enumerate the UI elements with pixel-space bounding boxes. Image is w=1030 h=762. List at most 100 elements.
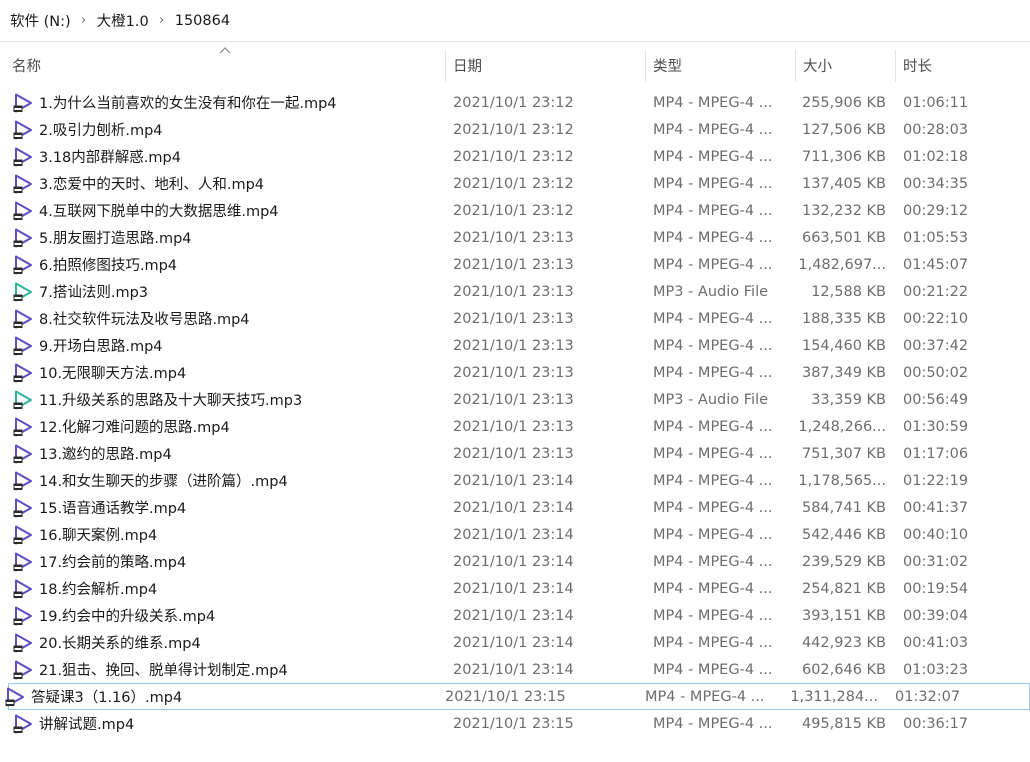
- video-file-icon: [12, 173, 34, 195]
- file-row[interactable]: 1.为什么当前喜欢的女生没有和你在一起.mp4 2021/10/1 23:12 MP…: [0, 89, 1030, 116]
- breadcrumb-folder-parent[interactable]: 大橙1.0: [95, 8, 151, 33]
- video-file-icon: [12, 92, 34, 114]
- file-date: 2021/10/1 23:12: [453, 94, 574, 111]
- file-name: 12.化解刁难问题的思路.mp4: [39, 420, 230, 436]
- file-size: 239,529 KB: [801, 553, 886, 570]
- file-size: 33,359 KB: [811, 391, 886, 408]
- file-name-cell[interactable]: 13.邀约的思路.mp4: [12, 440, 442, 467]
- file-name-cell[interactable]: 8.社交软件玩法及收号思路.mp4: [12, 305, 442, 332]
- file-name-cell[interactable]: 6.拍照修图技巧.mp4: [12, 251, 442, 278]
- file-name: 9.开场白思路.mp4: [39, 339, 163, 355]
- chevron-right-icon[interactable]: ›: [73, 13, 95, 28]
- video-file-icon: [12, 119, 34, 141]
- file-row[interactable]: 16.聊天案例.mp4 2021/10/1 23:14 MP4 - MPEG-4 .…: [0, 521, 1030, 548]
- file-name-cell[interactable]: 1.为什么当前喜欢的女生没有和你在一起.mp4: [12, 89, 442, 116]
- file-name-cell[interactable]: 3.恋爱中的天时、地利、人和.mp4: [12, 170, 442, 197]
- file-name-cell[interactable]: 3.18内部群解惑.mp4: [12, 143, 442, 170]
- file-row[interactable]: 21.狙击、挽回、脱单得计划制定.mp4 2021/10/1 23:14 MP4 -…: [0, 656, 1030, 683]
- file-type: MP4 - MPEG-4 ...: [653, 715, 773, 732]
- file-name: 8.社交软件玩法及收号思路.mp4: [39, 312, 250, 328]
- file-row[interactable]: 9.开场白思路.mp4 2021/10/1 23:13 MP4 - MPEG-4 .…: [0, 332, 1030, 359]
- file-row[interactable]: 6.拍照修图技巧.mp4 2021/10/1 23:13 MP4 - MPEG-4 …: [0, 251, 1030, 278]
- file-name-cell[interactable]: 18.约会解析.mp4: [12, 575, 442, 602]
- file-type: MP4 - MPEG-4 ...: [653, 364, 773, 381]
- file-name-cell[interactable]: 12.化解刁难问题的思路.mp4: [12, 413, 442, 440]
- file-row[interactable]: 5.朋友圈打造思路.mp4 2021/10/1 23:13 MP4 - MPEG-4…: [0, 224, 1030, 251]
- file-row[interactable]: 3.18内部群解惑.mp4 2021/10/1 23:12 MP4 - MPEG-4…: [0, 143, 1030, 170]
- file-row[interactable]: 7.搭讪法则.mp3 2021/10/1 23:13 MP3 - Audio Fil…: [0, 278, 1030, 305]
- file-name: 18.约会解析.mp4: [39, 582, 158, 598]
- file-date: 2021/10/1 23:12: [453, 175, 574, 192]
- file-name: 20.长期关系的维系.mp4: [39, 636, 201, 652]
- column-header-type[interactable]: 类型: [653, 46, 682, 84]
- file-name-cell[interactable]: 15.语音通话教学.mp4: [12, 494, 442, 521]
- file-name-cell[interactable]: 10.无限聊天方法.mp4: [12, 359, 442, 386]
- file-name-cell[interactable]: 4.互联网下脱单中的大数据思维.mp4: [12, 197, 442, 224]
- video-file-icon: [12, 470, 34, 492]
- file-row[interactable]: 20.长期关系的维系.mp4 2021/10/1 23:14 MP4 - MPEG-…: [0, 629, 1030, 656]
- file-type: MP4 - MPEG-4 ...: [653, 661, 773, 678]
- file-type: MP3 - Audio File: [653, 391, 769, 408]
- breadcrumb: 软件 (N:) › 大橙1.0 › 150864: [0, 0, 1030, 42]
- file-date: 2021/10/1 23:12: [453, 148, 574, 165]
- video-file-icon: [12, 443, 34, 465]
- file-row[interactable]: 15.语音通话教学.mp4 2021/10/1 23:14 MP4 - MPEG-4…: [0, 494, 1030, 521]
- file-row[interactable]: 答疑课3（1.16）.mp4 2021/10/1 23:15 MP4 - MPEG-…: [5, 683, 1030, 710]
- file-duration: 01:02:18: [903, 148, 969, 165]
- file-name-cell[interactable]: 17.约会前的策略.mp4: [12, 548, 442, 575]
- file-name-cell[interactable]: 16.聊天案例.mp4: [12, 521, 442, 548]
- file-size: 663,501 KB: [801, 229, 886, 246]
- breadcrumb-folder-current[interactable]: 150864: [173, 11, 232, 31]
- file-row[interactable]: 10.无限聊天方法.mp4 2021/10/1 23:13 MP4 - MPEG-4…: [0, 359, 1030, 386]
- file-row[interactable]: 3.恋爱中的天时、地利、人和.mp4 2021/10/1 23:12 MP4 - M…: [0, 170, 1030, 197]
- file-name-cell[interactable]: 5.朋友圈打造思路.mp4: [12, 224, 442, 251]
- file-date: 2021/10/1 23:13: [453, 283, 574, 300]
- column-divider[interactable]: [445, 50, 446, 82]
- file-duration: 01:06:11: [903, 94, 969, 111]
- column-header-date[interactable]: 日期: [453, 46, 482, 84]
- column-divider[interactable]: [795, 50, 796, 82]
- file-row[interactable]: 14.和女生聊天的步骤（进阶篇）.mp4 2021/10/1 23:14 MP4 -…: [0, 467, 1030, 494]
- file-name: 15.语音通话教学.mp4: [39, 501, 187, 517]
- file-row[interactable]: 12.化解刁难问题的思路.mp4 2021/10/1 23:13 MP4 - MPE…: [0, 413, 1030, 440]
- file-duration: 00:50:02: [903, 364, 969, 381]
- file-row[interactable]: 18.约会解析.mp4 2021/10/1 23:14 MP4 - MPEG-4 .…: [0, 575, 1030, 602]
- video-file-icon: [12, 632, 34, 654]
- file-row[interactable]: 8.社交软件玩法及收号思路.mp4 2021/10/1 23:13 MP4 - MP…: [0, 305, 1030, 332]
- file-name-cell[interactable]: 11.升级关系的思路及十大聊天技巧.mp3: [12, 386, 442, 413]
- file-name-cell[interactable]: 7.搭讪法则.mp3: [12, 278, 442, 305]
- file-row[interactable]: 13.邀约的思路.mp4 2021/10/1 23:13 MP4 - MPEG-4 …: [0, 440, 1030, 467]
- file-name: 16.聊天案例.mp4: [39, 528, 158, 544]
- file-row[interactable]: 19.约会中的升级关系.mp4 2021/10/1 23:14 MP4 - MPEG…: [0, 602, 1030, 629]
- column-header-name[interactable]: 名称: [12, 46, 41, 84]
- file-row[interactable]: 11.升级关系的思路及十大聊天技巧.mp3 2021/10/1 23:13 MP3 …: [0, 386, 1030, 413]
- file-name-cell[interactable]: 2.吸引力刨析.mp4: [12, 116, 442, 143]
- column-header-bar: 名称 日期 类型 大小 时长: [0, 46, 1030, 84]
- file-type: MP4 - MPEG-4 ...: [653, 472, 773, 489]
- column-divider[interactable]: [645, 50, 646, 82]
- file-name-cell[interactable]: 答疑课3（1.16）.mp4: [4, 683, 434, 710]
- file-row[interactable]: 17.约会前的策略.mp4 2021/10/1 23:14 MP4 - MPEG-4…: [0, 548, 1030, 575]
- file-name-cell[interactable]: 19.约会中的升级关系.mp4: [12, 602, 442, 629]
- file-name-cell[interactable]: 讲解试题.mp4: [12, 710, 442, 737]
- file-name-cell[interactable]: 21.狙击、挽回、脱单得计划制定.mp4: [12, 656, 442, 683]
- file-name-cell[interactable]: 9.开场白思路.mp4: [12, 332, 442, 359]
- file-name-cell[interactable]: 20.长期关系的维系.mp4: [12, 629, 442, 656]
- file-date: 2021/10/1 23:15: [453, 715, 574, 732]
- video-file-icon: [12, 713, 34, 735]
- file-row[interactable]: 4.互联网下脱单中的大数据思维.mp4 2021/10/1 23:12 MP4 - …: [0, 197, 1030, 224]
- file-size: 255,906 KB: [801, 94, 886, 111]
- file-date: 2021/10/1 23:13: [453, 391, 574, 408]
- file-row[interactable]: 讲解试题.mp4 2021/10/1 23:15 MP4 - MPEG-4 ... 4…: [0, 710, 1030, 737]
- file-row[interactable]: 2.吸引力刨析.mp4 2021/10/1 23:12 MP4 - MPEG-4 .…: [0, 116, 1030, 143]
- chevron-right-icon[interactable]: ›: [151, 13, 173, 28]
- breadcrumb-drive[interactable]: 软件 (N:): [8, 8, 73, 33]
- column-divider[interactable]: [895, 50, 896, 82]
- file-name-cell[interactable]: 14.和女生聊天的步骤（进阶篇）.mp4: [12, 467, 442, 494]
- file-name: 13.邀约的思路.mp4: [39, 447, 172, 463]
- file-type: MP4 - MPEG-4 ...: [653, 553, 773, 570]
- column-header-size[interactable]: 大小: [803, 46, 832, 84]
- column-header-duration[interactable]: 时长: [903, 46, 932, 84]
- file-duration: 00:19:54: [903, 580, 969, 597]
- file-date: 2021/10/1 23:14: [453, 634, 574, 651]
